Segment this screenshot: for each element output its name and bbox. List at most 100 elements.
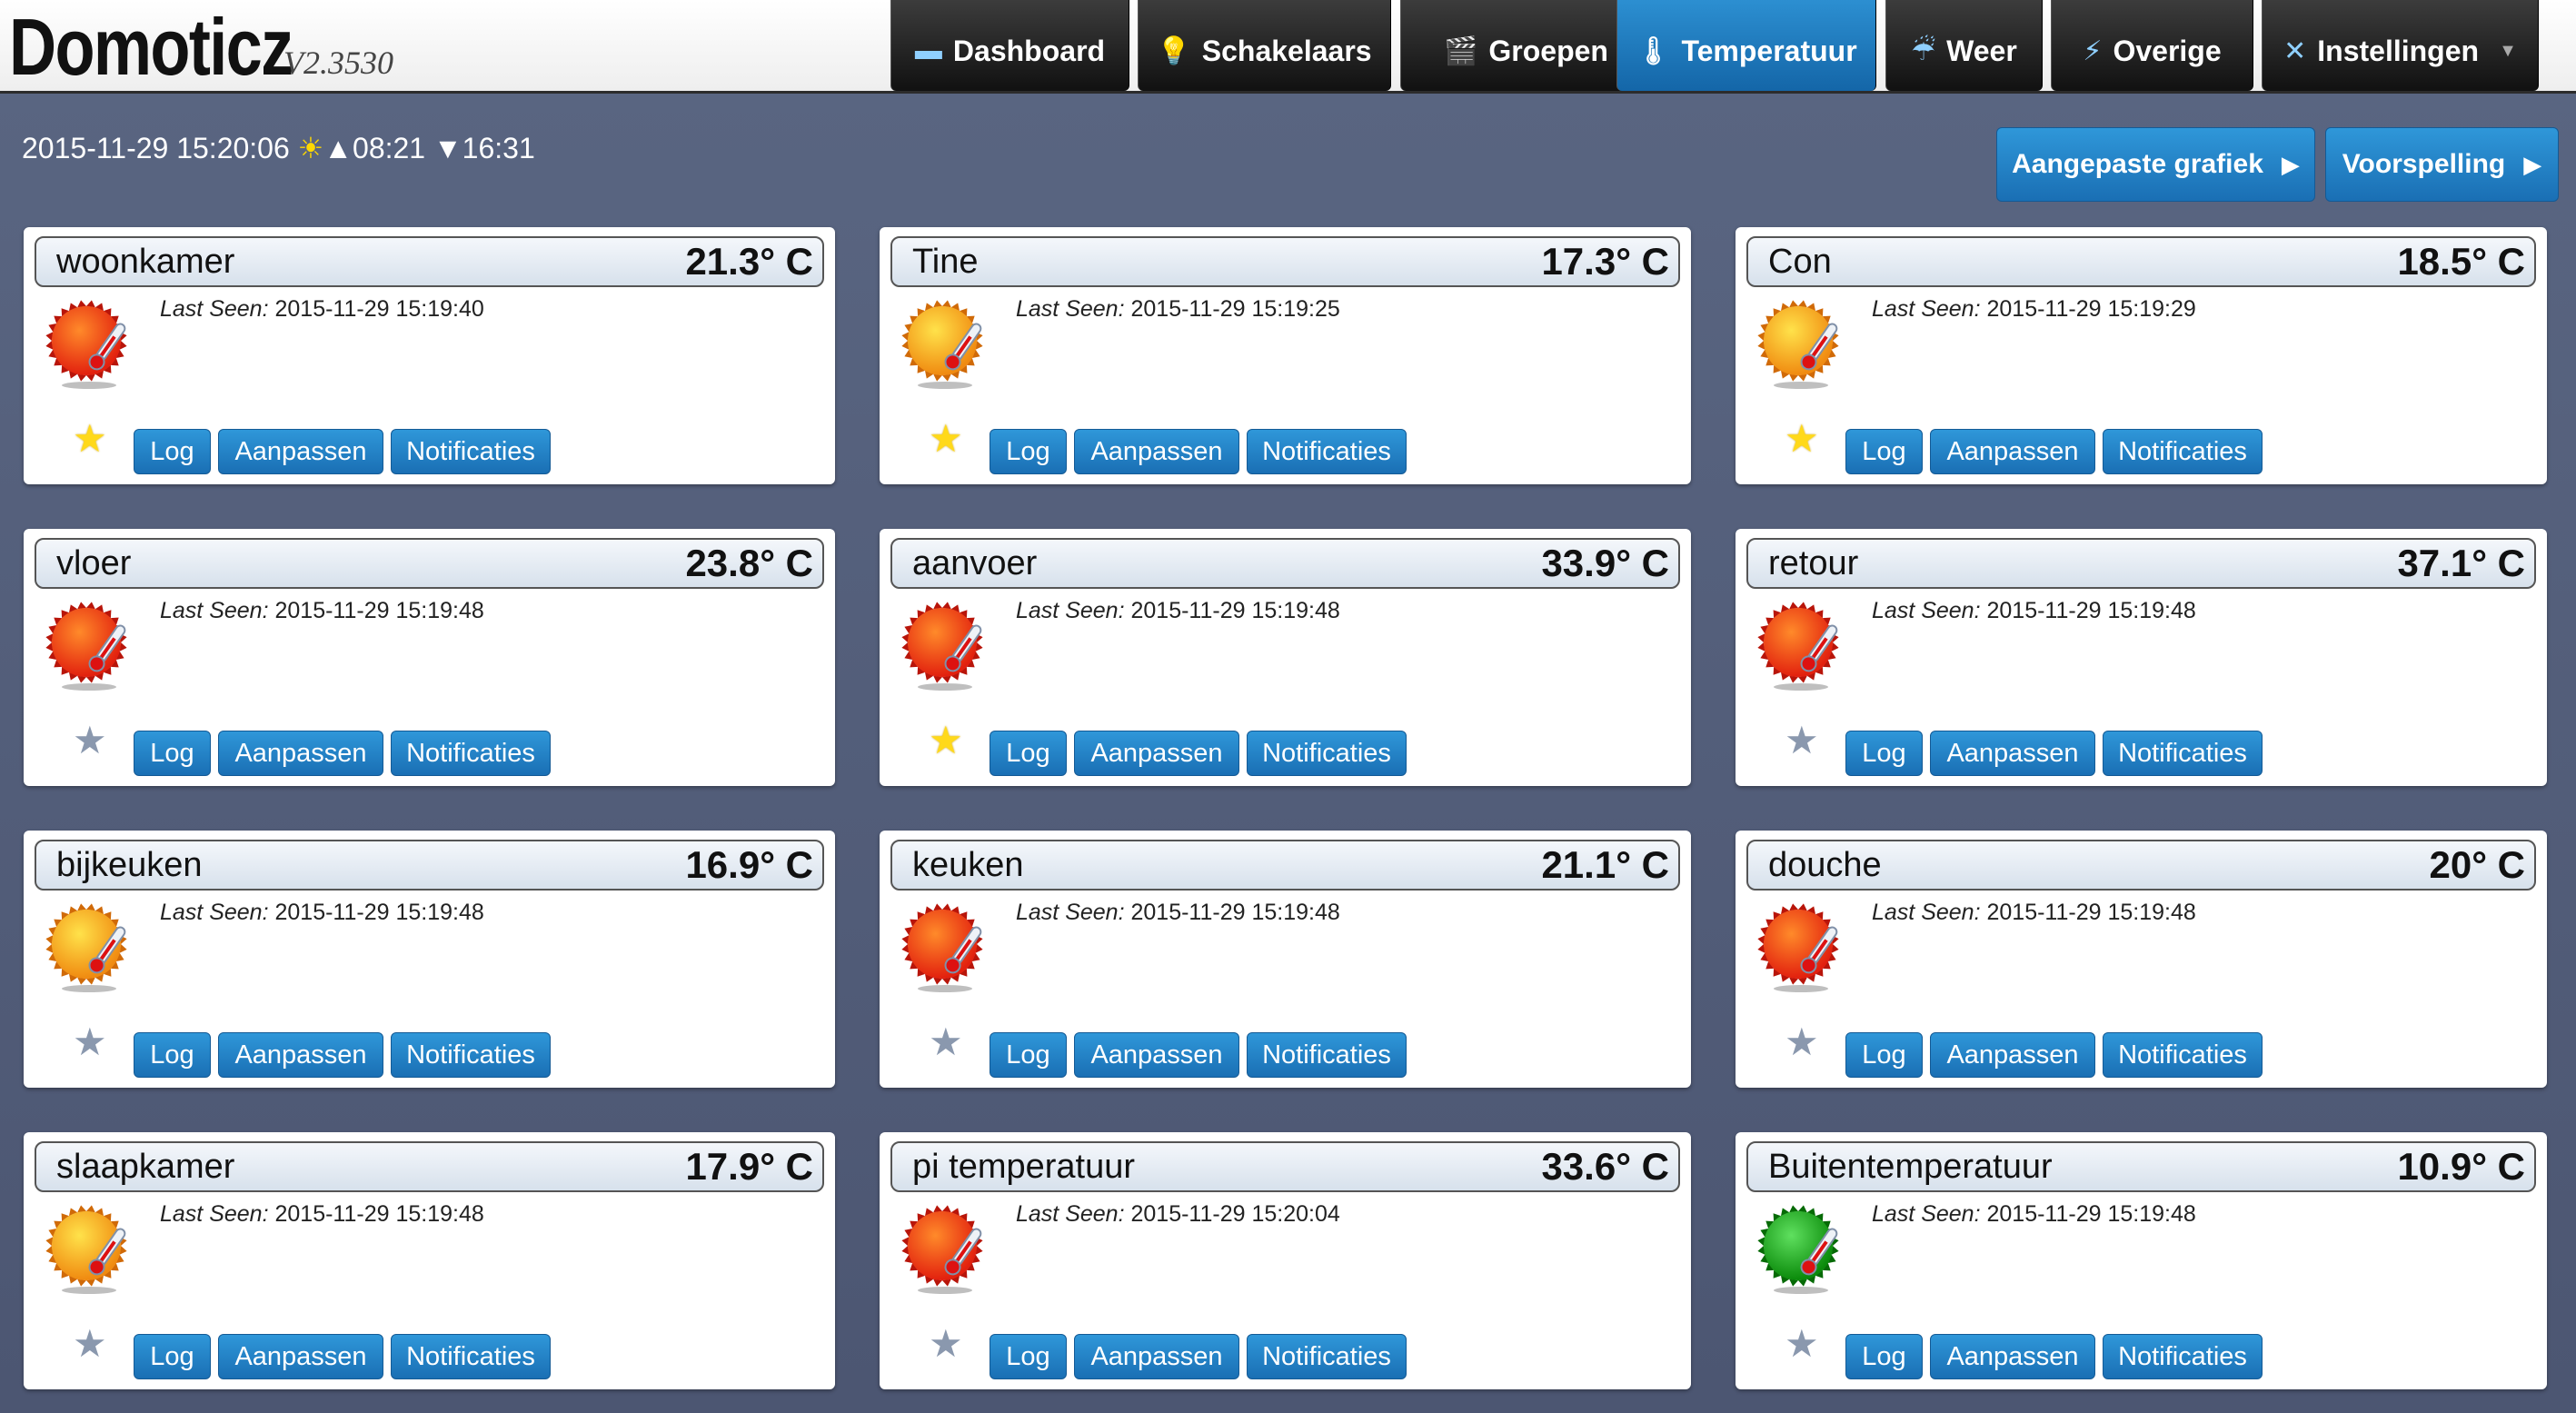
sensor-card: pi temperatuur 33.6° C Last Seen: 2015-1… — [880, 1132, 1691, 1389]
edit-button[interactable]: Aanpassen — [1074, 1032, 1239, 1078]
sensor-name: keuken — [912, 845, 1024, 884]
nav-tab-label: Overige — [2113, 34, 2222, 67]
sensor-name: retour — [1768, 543, 1859, 582]
last-seen-label: Last Seen: — [1872, 1201, 1981, 1227]
last-seen: Last Seen: 2015-11-29 15:19:48 — [160, 900, 484, 926]
notifications-button[interactable]: Notificaties — [1247, 731, 1407, 776]
last-seen-value: 2015-11-29 15:19:48 — [1986, 1201, 2196, 1227]
star-outline-icon[interactable]: ★ — [1785, 1023, 1819, 1061]
star-outline-icon[interactable]: ★ — [1785, 721, 1819, 760]
last-seen: Last Seen: 2015-11-29 15:19:48 — [160, 598, 484, 624]
edit-button[interactable]: Aanpassen — [1074, 731, 1239, 776]
custom-graph-label: Aangepaste grafiek — [2012, 149, 2263, 179]
favorite-star-icon[interactable]: ★ — [929, 721, 963, 760]
sensor-title-bar: slaapkamer 17.9° C — [35, 1141, 824, 1192]
nav-tab-weer[interactable]: ☔ Weer — [1885, 0, 2043, 91]
log-button[interactable]: Log — [1845, 1334, 1923, 1379]
sensor-card: woonkamer 21.3° C Last Seen: 2015-11-29 … — [24, 227, 835, 484]
star-outline-icon[interactable]: ★ — [73, 1325, 107, 1363]
nav-tab-temperatuur[interactable]: 🌡 Temperatuur — [1616, 0, 1876, 91]
nav-tab-instellingen[interactable]: ✕ Instellingen ▼ — [2262, 0, 2539, 91]
sensor-title-bar: retour 37.1° C — [1746, 538, 2536, 589]
favorite-star-icon[interactable]: ★ — [1785, 420, 1819, 458]
edit-button[interactable]: Aanpassen — [1930, 731, 2095, 776]
edit-button[interactable]: Aanpassen — [218, 429, 383, 474]
log-button[interactable]: Log — [134, 1032, 211, 1078]
sun-icon: ☀ — [297, 132, 324, 164]
forecast-button[interactable]: Voorspelling ▶ — [2325, 127, 2559, 202]
last-seen: Last Seen: 2015-11-29 15:19:48 — [1016, 598, 1340, 624]
sensor-temperature: 33.9° C — [1541, 542, 1669, 584]
edit-button[interactable]: Aanpassen — [218, 1032, 383, 1078]
notifications-button[interactable]: Notificaties — [2103, 1334, 2263, 1379]
sensor-title-bar: woonkamer 21.3° C — [35, 236, 824, 287]
notifications-button[interactable]: Notificaties — [1247, 1032, 1407, 1078]
thermometer-sun-icon — [901, 602, 992, 692]
custom-graph-button[interactable]: Aangepaste grafiek ▶ — [1996, 127, 2315, 202]
notifications-button[interactable]: Notificaties — [2103, 731, 2263, 776]
edit-button[interactable]: Aanpassen — [1074, 429, 1239, 474]
star-outline-icon[interactable]: ★ — [929, 1023, 963, 1061]
caret-down-icon[interactable]: ▼ — [2499, 41, 2517, 62]
sensor-temperature: 21.1° C — [1541, 843, 1669, 886]
nav-tab-dashboard[interactable]: ▬ Dashboard — [890, 0, 1129, 91]
last-seen: Last Seen: 2015-11-29 15:19:29 — [1872, 296, 2196, 323]
last-seen: Last Seen: 2015-11-29 15:19:48 — [1872, 598, 2196, 624]
sensor-name: pi temperatuur — [912, 1147, 1136, 1186]
favorite-star-icon[interactable]: ★ — [73, 420, 107, 458]
nav-tab-overige[interactable]: ⚡ Overige — [2051, 0, 2253, 91]
app-logo: Domoticz — [9, 2, 293, 92]
thermometer-sun-icon — [901, 903, 992, 994]
edit-button[interactable]: Aanpassen — [1074, 1334, 1239, 1379]
log-button[interactable]: Log — [134, 1334, 211, 1379]
log-button[interactable]: Log — [134, 429, 211, 474]
star-outline-icon[interactable]: ★ — [73, 721, 107, 760]
log-button[interactable]: Log — [990, 1032, 1067, 1078]
thermometer-sun-icon — [901, 1205, 992, 1296]
edit-button[interactable]: Aanpassen — [1930, 429, 2095, 474]
notifications-button[interactable]: Notificaties — [391, 429, 551, 474]
log-button[interactable]: Log — [990, 429, 1067, 474]
favorite-star-icon[interactable]: ★ — [929, 420, 963, 458]
notifications-button[interactable]: Notificaties — [1247, 429, 1407, 474]
last-seen-value: 2015-11-29 15:19:48 — [1130, 900, 1340, 925]
last-seen-label: Last Seen: — [1872, 900, 1981, 925]
sensor-title-bar: pi temperatuur 33.6° C — [890, 1141, 1680, 1192]
nav-tab-groepen[interactable]: 🎬 Groepen — [1400, 0, 1652, 91]
log-button[interactable]: Log — [134, 731, 211, 776]
star-outline-icon[interactable]: ★ — [1785, 1325, 1819, 1363]
log-button[interactable]: Log — [1845, 429, 1923, 474]
notifications-button[interactable]: Notificaties — [2103, 429, 2263, 474]
notifications-button[interactable]: Notificaties — [2103, 1032, 2263, 1078]
last-seen: Last Seen: 2015-11-29 15:19:48 — [1016, 900, 1340, 926]
notifications-button[interactable]: Notificaties — [391, 1334, 551, 1379]
thermometer-sun-icon — [45, 1205, 136, 1296]
sensor-title-bar: Con 18.5° C — [1746, 236, 2536, 287]
notifications-button[interactable]: Notificaties — [391, 731, 551, 776]
notifications-button[interactable]: Notificaties — [391, 1032, 551, 1078]
edit-button[interactable]: Aanpassen — [1930, 1032, 2095, 1078]
sensor-card: retour 37.1° C Last Seen: 2015-11-29 15:… — [1736, 529, 2547, 786]
sensor-card: douche 20° C Last Seen: 2015-11-29 15:19… — [1736, 831, 2547, 1088]
nav-tab-schakelaars[interactable]: 💡 Schakelaars — [1138, 0, 1391, 91]
log-button[interactable]: Log — [1845, 731, 1923, 776]
last-seen-value: 2015-11-29 15:19:48 — [1130, 598, 1340, 623]
log-button[interactable]: Log — [990, 731, 1067, 776]
notifications-button[interactable]: Notificaties — [1247, 1334, 1407, 1379]
edit-button[interactable]: Aanpassen — [1930, 1334, 2095, 1379]
sensor-title-bar: Tine 17.3° C — [890, 236, 1680, 287]
edit-button[interactable]: Aanpassen — [218, 731, 383, 776]
star-outline-icon[interactable]: ★ — [929, 1325, 963, 1363]
sensor-card: Tine 17.3° C Last Seen: 2015-11-29 15:19… — [880, 227, 1691, 484]
last-seen-value: 2015-11-29 15:19:25 — [1130, 296, 1340, 322]
log-button[interactable]: Log — [1845, 1032, 1923, 1078]
edit-button[interactable]: Aanpassen — [218, 1334, 383, 1379]
sensor-temperature: 10.9° C — [2397, 1145, 2525, 1188]
forecast-label: Voorspelling — [2342, 149, 2506, 179]
sensor-name: slaapkamer — [56, 1147, 235, 1186]
last-seen-label: Last Seen: — [160, 296, 269, 322]
last-seen-value: 2015-11-29 15:19:48 — [1986, 598, 2196, 623]
sensor-title-bar: aanvoer 33.9° C — [890, 538, 1680, 589]
star-outline-icon[interactable]: ★ — [73, 1023, 107, 1061]
log-button[interactable]: Log — [990, 1334, 1067, 1379]
